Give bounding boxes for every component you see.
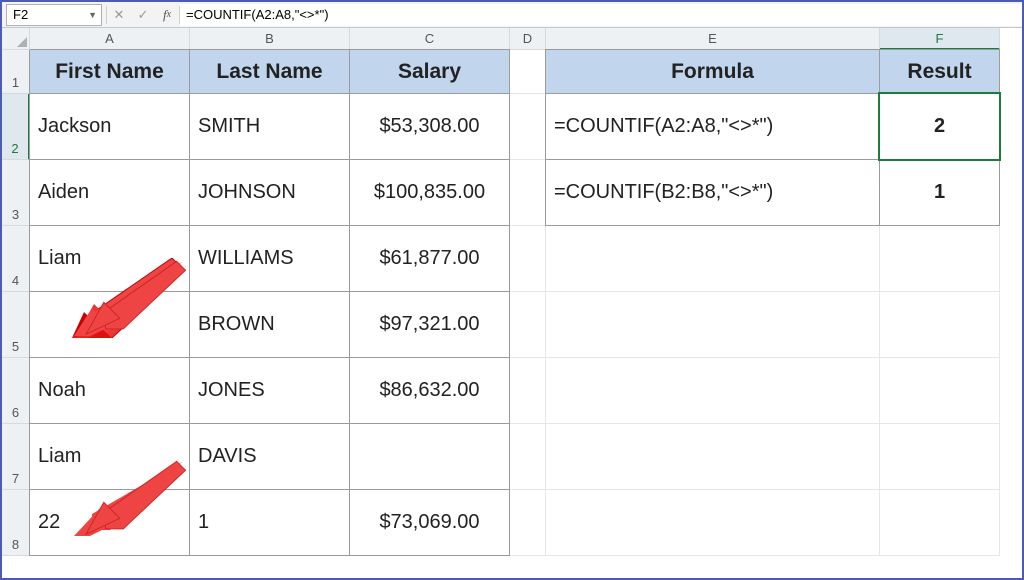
- cell-C2[interactable]: $53,308.00: [349, 93, 510, 160]
- cell-F6[interactable]: [880, 358, 1000, 424]
- row-header-4[interactable]: 4: [2, 226, 30, 292]
- cell-A3[interactable]: Aiden: [29, 159, 190, 226]
- cancel-icon[interactable]: ✕: [107, 4, 131, 26]
- cell-F7[interactable]: [880, 424, 1000, 490]
- select-all-corner[interactable]: [2, 28, 30, 50]
- cell-B5[interactable]: BROWN: [189, 291, 350, 358]
- cell-F1[interactable]: Result: [879, 49, 1000, 94]
- col-header-A[interactable]: A: [30, 28, 190, 50]
- cell-E5[interactable]: [546, 292, 880, 358]
- row-header-3[interactable]: 3: [2, 160, 30, 226]
- cell-D6[interactable]: [510, 358, 546, 424]
- col-header-E[interactable]: E: [546, 28, 880, 50]
- cell-A4[interactable]: Liam: [29, 225, 190, 292]
- cell-C8[interactable]: $73,069.00: [349, 489, 510, 556]
- cell-F5[interactable]: [880, 292, 1000, 358]
- cell-A1[interactable]: First Name: [29, 49, 190, 94]
- name-box[interactable]: F2 ▼: [6, 4, 102, 26]
- row-header-1[interactable]: 1: [2, 50, 30, 94]
- formula-input[interactable]: =COUNTIF(A2:A8,"<>*"): [180, 4, 1022, 26]
- cell-B3[interactable]: JOHNSON: [189, 159, 350, 226]
- cell-D3[interactable]: [510, 160, 546, 226]
- col-header-F[interactable]: F: [880, 28, 1000, 50]
- cell-C6[interactable]: $86,632.00: [349, 357, 510, 424]
- cell-F3[interactable]: 1: [879, 159, 1000, 226]
- cell-A7[interactable]: Liam: [29, 423, 190, 490]
- cell-C5[interactable]: $97,321.00: [349, 291, 510, 358]
- col-header-D[interactable]: D: [510, 28, 546, 50]
- cell-B1[interactable]: Last Name: [189, 49, 350, 94]
- chevron-down-icon[interactable]: ▼: [88, 10, 97, 20]
- cell-A6[interactable]: Noah: [29, 357, 190, 424]
- cell-F2[interactable]: 2: [879, 93, 1000, 160]
- row-header-8[interactable]: 8: [2, 490, 30, 556]
- cell-A5[interactable]: [29, 291, 190, 358]
- row-header-7[interactable]: 7: [2, 424, 30, 490]
- cell-E1[interactable]: Formula: [545, 49, 880, 94]
- cell-D1[interactable]: [510, 50, 546, 94]
- cell-C1[interactable]: Salary: [349, 49, 510, 94]
- cell-D5[interactable]: [510, 292, 546, 358]
- cell-F8[interactable]: [880, 490, 1000, 556]
- cell-C3[interactable]: $100,835.00: [349, 159, 510, 226]
- row-header-2[interactable]: 2: [2, 94, 30, 160]
- cell-B7[interactable]: DAVIS: [189, 423, 350, 490]
- cell-C4[interactable]: $61,877.00: [349, 225, 510, 292]
- cell-D7[interactable]: [510, 424, 546, 490]
- cell-E6[interactable]: [546, 358, 880, 424]
- formula-bar: F2 ▼ ✕ ✓ fx =COUNTIF(A2:A8,"<>*"): [2, 2, 1022, 28]
- name-box-value: F2: [13, 7, 28, 22]
- col-header-C[interactable]: C: [350, 28, 510, 50]
- cell-B8[interactable]: 1: [189, 489, 350, 556]
- cell-A2[interactable]: Jackson: [29, 93, 190, 160]
- cell-A8[interactable]: 22: [29, 489, 190, 556]
- accept-icon[interactable]: ✓: [131, 4, 155, 26]
- fx-icon[interactable]: fx: [155, 4, 179, 26]
- formula-input-text: =COUNTIF(A2:A8,"<>*"): [186, 7, 329, 22]
- cell-D8[interactable]: [510, 490, 546, 556]
- cell-E8[interactable]: [546, 490, 880, 556]
- cell-D2[interactable]: [510, 94, 546, 160]
- cell-B2[interactable]: SMITH: [189, 93, 350, 160]
- cell-E2[interactable]: =COUNTIF(A2:A8,"<>*"): [545, 93, 880, 160]
- cell-C7[interactable]: [349, 423, 510, 490]
- cell-E7[interactable]: [546, 424, 880, 490]
- cell-B6[interactable]: JONES: [189, 357, 350, 424]
- cell-E3[interactable]: =COUNTIF(B2:B8,"<>*"): [545, 159, 880, 226]
- col-header-B[interactable]: B: [190, 28, 350, 50]
- cell-F4[interactable]: [880, 226, 1000, 292]
- row-header-5[interactable]: 5: [2, 292, 30, 358]
- cell-B4[interactable]: WILLIAMS: [189, 225, 350, 292]
- cell-D4[interactable]: [510, 226, 546, 292]
- cell-E4[interactable]: [546, 226, 880, 292]
- row-header-6[interactable]: 6: [2, 358, 30, 424]
- spreadsheet-grid[interactable]: A B C D E F 1 2 3 4 5 6 7 8 First Name L…: [2, 28, 1022, 556]
